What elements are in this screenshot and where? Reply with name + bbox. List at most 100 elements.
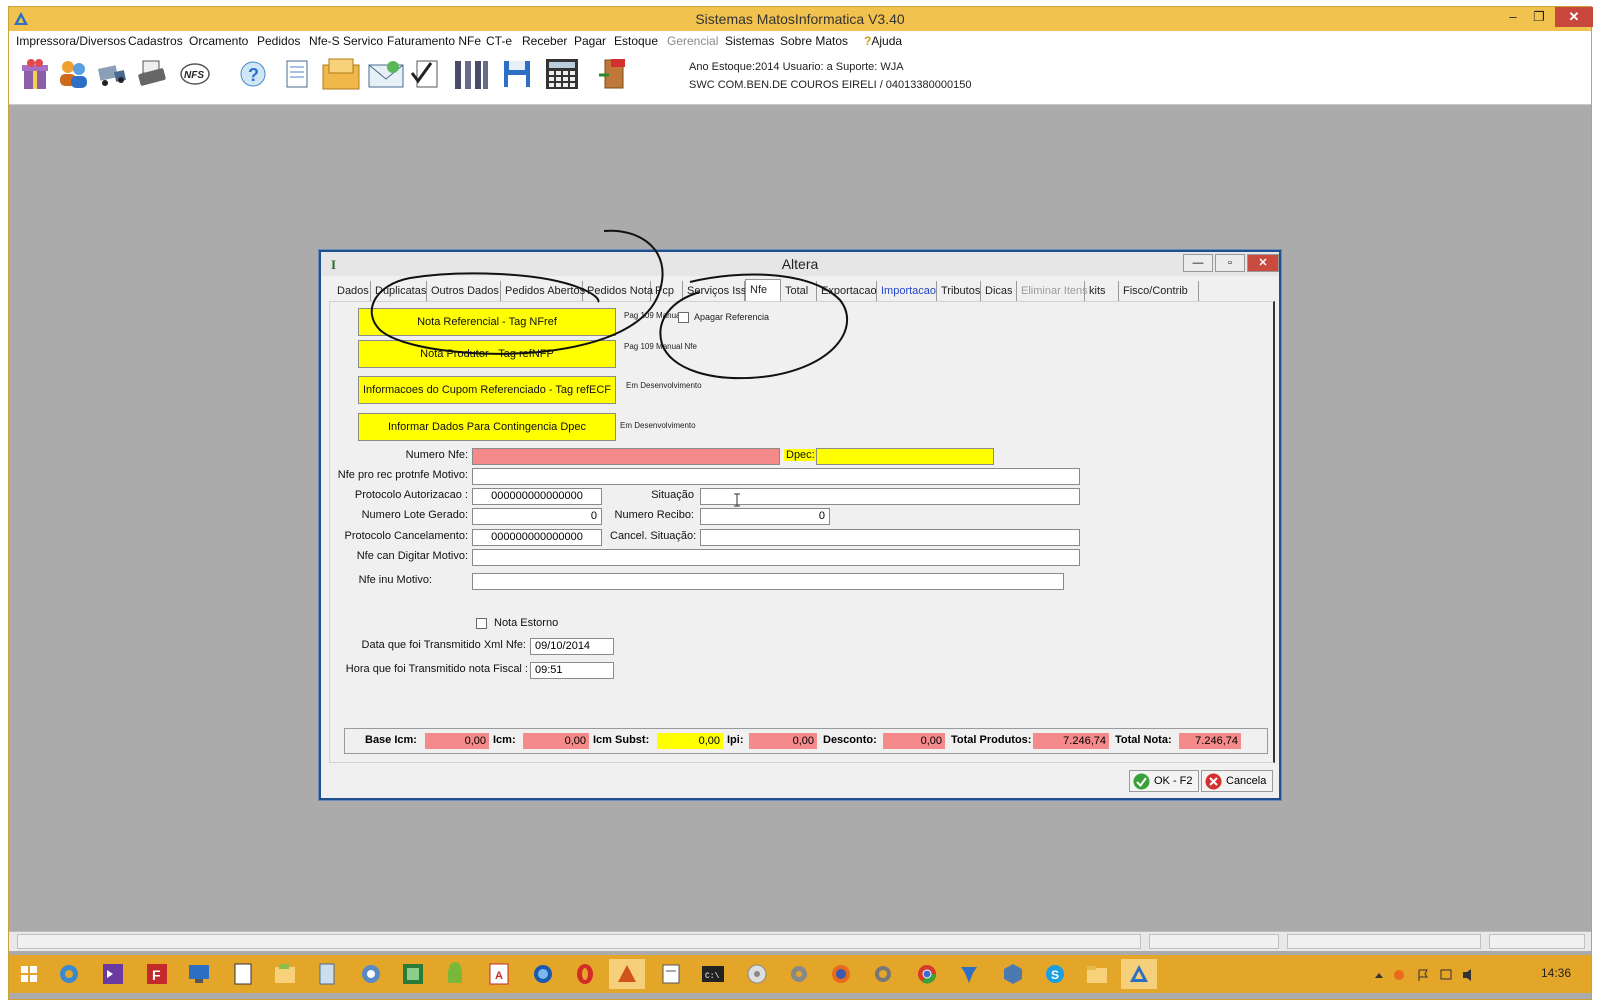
cancel-situacao-input[interactable] — [700, 529, 1080, 546]
tab-dados[interactable]: Dados — [333, 281, 371, 301]
numero-recibo-input[interactable]: 0 — [700, 508, 830, 525]
acrobat-icon[interactable]: A — [481, 959, 517, 989]
nfe-can-digitar-motivo-input[interactable] — [472, 549, 1080, 566]
nfe-inu-motivo-input[interactable] — [472, 573, 1064, 590]
service-app-icon[interactable] — [865, 959, 901, 989]
system-tray-icons[interactable] — [1369, 967, 1499, 983]
tab-kits[interactable]: kits — [1085, 281, 1119, 301]
app-globe-icon[interactable] — [353, 959, 389, 989]
windows-start-icon[interactable] — [11, 959, 47, 989]
disc-icon[interactable] — [739, 959, 775, 989]
calculator-icon[interactable] — [544, 57, 580, 91]
tab-pcp[interactable]: Pcp — [651, 281, 683, 301]
gift-icon[interactable] — [19, 57, 51, 91]
numero-nfe-input[interactable] — [472, 448, 780, 465]
tab-duplicatas[interactable]: Duplicatas — [371, 281, 427, 301]
tab-importacao[interactable]: Importacao — [877, 281, 937, 301]
apagar-referencia-checkbox[interactable] — [678, 312, 689, 323]
nota-referencial-button[interactable]: Nota Referencial - Tag NFref — [358, 308, 616, 336]
matos-app-task-icon[interactable] — [609, 959, 645, 989]
menu-cadastros[interactable]: Cadastros — [128, 34, 183, 48]
notepad-icon[interactable] — [225, 959, 261, 989]
tab-dicas[interactable]: Dicas — [981, 281, 1017, 301]
tab-servicos-iss[interactable]: Serviços Iss — [683, 281, 746, 301]
cancel-button[interactable]: Cancela — [1201, 770, 1273, 792]
hora-transmitido-input[interactable]: 09:51 — [530, 662, 614, 679]
nota-estorno-checkbox[interactable] — [476, 618, 487, 629]
browser-icon[interactable] — [525, 959, 561, 989]
dialog-minimize-button[interactable]: — — [1183, 254, 1213, 272]
nota-produtor-button[interactable]: Nota Produtor - Tag refNFP — [358, 340, 616, 368]
help-icon[interactable]: ? — [237, 57, 269, 91]
tab-nfe[interactable]: Nfe — [745, 279, 781, 301]
spreadsheet-icon[interactable] — [395, 959, 431, 989]
dialog-maximize-button[interactable]: ▫ — [1215, 254, 1245, 272]
team-app-icon[interactable] — [951, 959, 987, 989]
tab-pedidos-nota[interactable]: Pedidos Nota — [583, 281, 653, 301]
printer-icon[interactable] — [137, 57, 169, 91]
opera-icon[interactable] — [567, 959, 603, 989]
tab-total[interactable]: Total — [781, 281, 817, 301]
menu-orcamento[interactable]: Orcamento — [189, 34, 248, 48]
restore-button[interactable]: ❐ — [1527, 7, 1551, 27]
menu-estoque[interactable]: Estoque — [614, 34, 658, 48]
tab-tributos[interactable]: Tributos — [937, 281, 981, 301]
nfs-icon[interactable]: NFS — [179, 57, 211, 91]
menu-receber[interactable]: Receber — [522, 34, 567, 48]
exit-icon[interactable] — [597, 57, 629, 91]
clock[interactable]: 14:36 — [1541, 966, 1571, 980]
ok-button[interactable]: OK - F2 — [1129, 770, 1199, 792]
menu-pagar[interactable]: Pagar — [574, 34, 606, 48]
virtualbox-icon[interactable] — [995, 959, 1031, 989]
menu-sobre-matos[interactable]: Sobre Matos — [780, 34, 848, 48]
tab-exportacao[interactable]: Exportacao — [817, 281, 877, 301]
settings-app-icon[interactable] — [781, 959, 817, 989]
firefox-icon[interactable] — [823, 959, 859, 989]
menu-ajuda[interactable]: ?Ajuda — [864, 34, 902, 48]
folder-sync-icon[interactable] — [267, 959, 303, 989]
menu-sistemas[interactable]: Sistemas — [725, 34, 774, 48]
protocolo-cancelamento-input[interactable]: 000000000000000 — [472, 529, 602, 546]
file-explorer-icon[interactable] — [1079, 959, 1115, 989]
menu-impressora[interactable]: Impressora/Diversos — [16, 34, 126, 48]
title-bar[interactable]: Sistemas MatosInformatica V3.40 – ❐ ✕ — [9, 7, 1593, 31]
contingencia-dpec-button[interactable]: Informar Dados Para Contingencia Dpec — [358, 413, 616, 441]
cupom-referenciado-button[interactable]: Informacoes do Cupom Referenciado - Tag … — [358, 376, 616, 404]
nfe-pro-rec-motivo-input[interactable] — [472, 468, 1080, 485]
data-transmitido-input[interactable]: 09/10/2014 — [530, 638, 614, 655]
close-button[interactable]: ✕ — [1555, 7, 1593, 27]
menu-pedidos[interactable]: Pedidos — [257, 34, 300, 48]
save-icon[interactable] — [501, 57, 533, 91]
dpec-input[interactable] — [816, 448, 994, 465]
skype-icon[interactable]: S — [1037, 959, 1073, 989]
dialog-title-bar[interactable]: I Altera — ▫ ✕ — [321, 252, 1279, 276]
checklist-icon[interactable] — [409, 57, 441, 91]
editor-icon[interactable] — [653, 959, 689, 989]
matos-logo-task-icon[interactable] — [1121, 959, 1157, 989]
document-icon[interactable] — [309, 959, 345, 989]
dialog-close-button[interactable]: ✕ — [1247, 254, 1279, 272]
visual-studio-icon[interactable] — [95, 959, 131, 989]
tab-pedidos-abertos[interactable]: Pedidos Abertos — [501, 281, 585, 301]
remote-desktop-icon[interactable] — [181, 959, 217, 989]
numero-lote-gerado-input[interactable]: 0 — [472, 508, 602, 525]
tab-outros-dados[interactable]: Outros Dados — [427, 281, 501, 301]
filezilla-icon[interactable]: F — [139, 959, 175, 989]
users-icon[interactable] — [57, 57, 89, 91]
documents-icon[interactable] — [281, 57, 313, 91]
protocolo-autorizacao-input[interactable]: 000000000000000 — [472, 488, 602, 505]
internet-explorer-icon[interactable] — [51, 959, 87, 989]
menu-nfe-servico[interactable]: Nfe-S Servico — [309, 34, 383, 48]
minimize-button[interactable]: – — [1501, 7, 1525, 27]
menu-faturamento[interactable]: Faturamento NFe — [387, 34, 481, 48]
chrome-icon[interactable] — [909, 959, 945, 989]
tab-fisco-contrib[interactable]: Fisco/Contrib — [1119, 281, 1199, 301]
tools-icon[interactable] — [451, 57, 491, 91]
android-icon[interactable] — [437, 959, 473, 989]
package-icon[interactable] — [321, 57, 361, 91]
truck-icon[interactable] — [97, 57, 129, 91]
situacao-input[interactable] — [700, 488, 1080, 505]
mail-icon[interactable] — [367, 57, 405, 91]
terminal-icon[interactable]: C:\ — [695, 959, 731, 989]
menu-cte[interactable]: CT-e — [486, 34, 512, 48]
